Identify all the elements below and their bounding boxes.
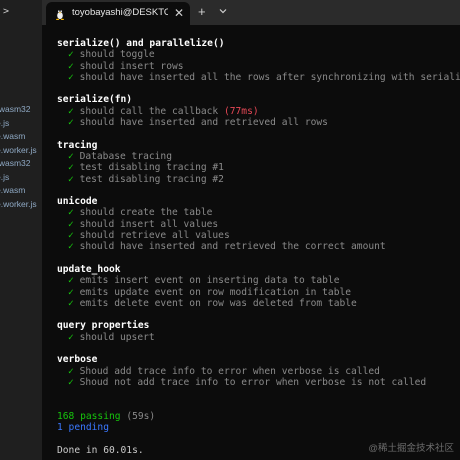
test-result-line: ✓ test disabling tracing #2: [57, 174, 460, 185]
sidebar-file-item[interactable]: e.js: [0, 118, 9, 128]
test-name: should call the callback: [79, 105, 219, 117]
test-name: test disabling tracing #2: [79, 173, 224, 185]
check-icon: ✓: [68, 241, 74, 253]
check-icon: ✓: [68, 297, 74, 309]
editor-file-explorer: > -wasm32 e.js e.wasm e.worker.js -wasm32 e.j…: [0, 0, 42, 460]
test-result-line: ✓ Database tracing: [57, 151, 460, 162]
check-icon: ✓: [68, 105, 74, 117]
check-icon: ✓: [68, 331, 74, 343]
test-result-line: ✓ Shoud not add trace info to error when…: [57, 377, 460, 388]
check-icon: ✓: [68, 150, 74, 162]
suite-heading: unicode: [57, 196, 98, 208]
new-tab-button[interactable]: +: [198, 4, 206, 19]
test-name: should toggle: [79, 49, 155, 61]
sidebar-file-item[interactable]: e.wasm: [0, 185, 25, 195]
test-name: Shoud add trace info to error when verbo…: [79, 365, 380, 377]
test-name: emits insert event on inserting data to …: [79, 275, 340, 287]
terminal-tab[interactable]: toyobayashi@DESKTOP-OCGF ✕: [46, 2, 190, 25]
sidebar-file-item[interactable]: -wasm32: [0, 158, 30, 168]
watermark: @稀土掘金技术社区: [368, 443, 454, 454]
test-result-line: ✓ should insert all values: [57, 219, 460, 230]
check-icon: ✓: [68, 60, 74, 72]
close-tab-icon[interactable]: ✕: [174, 6, 184, 20]
sidebar-file-item[interactable]: e.js: [0, 172, 9, 182]
suite-heading: serialize(fn): [57, 94, 133, 106]
check-icon: ✓: [68, 230, 74, 242]
test-name: should insert all values: [79, 218, 219, 230]
check-icon: ✓: [68, 365, 74, 377]
suite-heading: verbose: [57, 354, 98, 366]
test-result-line: ✓ should have inserted and retrieved the…: [57, 241, 460, 252]
test-result-line: ✓ should retrieve all values: [57, 230, 460, 241]
test-result-line: ✓ emits insert event on inserting data t…: [57, 275, 460, 286]
sidebar-file-item[interactable]: e.worker.js: [0, 145, 37, 155]
test-name: should have inserted and retrieved the c…: [79, 241, 386, 253]
test-result-line: ✓ should toggle: [57, 49, 460, 60]
test-result-line: ✓ emits update event on row modification…: [57, 287, 460, 298]
check-icon: ✓: [68, 173, 74, 185]
tab-title: toyobayashi@DESKTOP-OCGF: [72, 7, 168, 18]
test-duration: (77ms): [223, 105, 259, 117]
test-name: test disabling tracing #1: [79, 162, 224, 174]
test-result-line: ✓ should call the callback (77ms): [57, 106, 460, 117]
suite-heading: query properties: [57, 320, 150, 332]
test-result-line: ✓ should have inserted all the rows afte…: [57, 72, 460, 83]
suite-heading: update_hook: [57, 263, 121, 275]
test-name: should insert rows: [79, 60, 184, 72]
test-result-line: ✓ should insert rows: [57, 61, 460, 72]
test-result-line: ✓ should create the table: [57, 207, 460, 218]
check-icon: ✓: [68, 207, 74, 219]
test-name: Shoud not add trace info to error when v…: [79, 376, 427, 388]
test-result-line: ✓ emits delete event on row was deleted …: [57, 298, 460, 309]
check-icon: ✓: [68, 376, 74, 388]
check-icon: ✓: [68, 71, 74, 83]
check-icon: ✓: [68, 117, 74, 129]
terminal-output: serialize() and parallelize() ✓ should to…: [57, 38, 460, 456]
check-icon: ✓: [68, 162, 74, 174]
test-name: should have inserted all the rows after …: [79, 71, 460, 83]
test-name: emits update event on row modification i…: [79, 286, 352, 298]
check-icon: ✓: [68, 49, 74, 61]
check-icon: ✓: [68, 286, 74, 298]
linux-penguin-icon: [55, 9, 65, 20]
test-name: Database tracing: [79, 150, 172, 162]
sidebar-file-item[interactable]: e.wasm: [0, 131, 25, 141]
test-result-line: ✓ test disabling tracing #1: [57, 162, 460, 173]
terminal-window: toyobayashi@DESKTOP-OCGF ✕ + serialize()…: [42, 0, 460, 460]
test-name: emits delete event on row was deleted fr…: [79, 297, 357, 309]
check-icon: ✓: [68, 275, 74, 287]
test-result-line: ✓ Shoud add trace info to error when ver…: [57, 366, 460, 377]
test-result-line: ✓ should upsert: [57, 332, 460, 343]
test-name: should create the table: [79, 207, 213, 219]
suite-heading: serialize() and parallelize(): [57, 38, 225, 49]
passing-summary: 168 passing (59s): [57, 411, 460, 422]
passing-count: 168 passing: [57, 410, 121, 422]
test-name: should retrieve all values: [79, 230, 230, 242]
suite-heading: tracing: [57, 139, 98, 151]
folder-caret-icon[interactable]: >: [3, 6, 9, 17]
check-icon: ✓: [68, 218, 74, 230]
test-name: should have inserted and retrieved all r…: [79, 117, 328, 129]
pending-summary: 1 pending: [57, 422, 109, 434]
test-name: should upsert: [79, 331, 155, 343]
tab-bar: toyobayashi@DESKTOP-OCGF ✕ +: [42, 0, 460, 25]
test-result-line: ✓ should have inserted and retrieved all…: [57, 117, 460, 128]
sidebar-file-item[interactable]: -wasm32: [0, 104, 30, 114]
passing-time: (59s): [126, 410, 156, 422]
sidebar-file-item[interactable]: e.worker.js: [0, 199, 37, 209]
chevron-down-icon[interactable]: [218, 6, 228, 16]
